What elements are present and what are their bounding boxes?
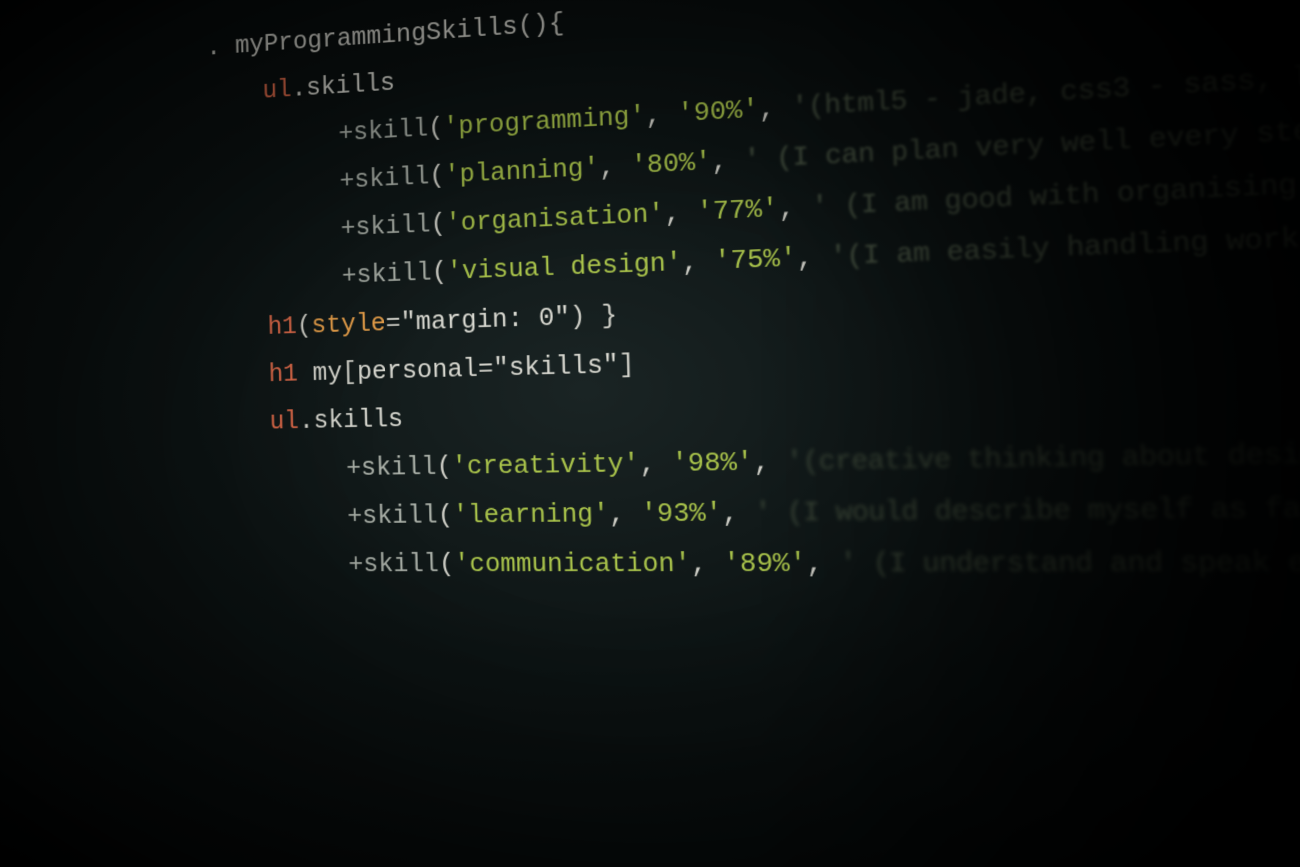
code-sep: , — [711, 145, 745, 178]
code-string: 'planning' — [444, 153, 600, 191]
code-sep: , — [664, 197, 697, 229]
code-tag: ul — [262, 74, 292, 105]
code-operator: = — [478, 353, 494, 384]
code-sep: , — [778, 192, 812, 225]
code-mixin: +skill — [341, 258, 432, 291]
code-token: . — [206, 31, 235, 62]
code-string: '93%' — [641, 497, 723, 529]
code-sep: , — [806, 548, 841, 580]
code-line: +skill('communication', '89%', ' (I unde… — [217, 536, 1300, 591]
code-sep: , — [690, 548, 724, 580]
code-sep: , — [796, 242, 830, 275]
code-attr: personal — [357, 353, 479, 386]
code-function-name: myProgrammingSkills — [235, 11, 518, 60]
code-tag: h1 — [267, 311, 297, 342]
code-operator: = — [385, 307, 401, 337]
code-variable: my — [312, 357, 342, 388]
code-punct: ( — [429, 161, 445, 192]
code-punct: ] — [618, 349, 635, 380]
code-punct: ) } — [569, 300, 617, 332]
code-sep: , — [645, 99, 678, 132]
code-string: '90%' — [677, 94, 759, 130]
code-mixin: +skill — [340, 210, 430, 244]
code-string: '80%' — [631, 147, 712, 182]
code-string: '77%' — [696, 193, 779, 228]
code-string: ' (I would describe myself as fast learn… — [754, 490, 1300, 529]
code-punct: ( — [431, 257, 447, 288]
code-mixin: +skill — [338, 114, 428, 149]
code-editor[interactable]: . myProgrammingSkills(){ ul.skills +skil… — [28, 0, 1300, 590]
code-string: 'communication' — [454, 548, 692, 579]
code-mixin: +skill — [339, 162, 429, 196]
code-mixin: +skill — [348, 549, 439, 579]
code-punct: [ — [342, 357, 358, 387]
code-sep: , — [639, 448, 672, 480]
code-sep: , — [609, 498, 642, 529]
code-sep: , — [758, 92, 792, 125]
code-string: ' (I understand and speak english with — [839, 545, 1300, 580]
code-mixin: +skill — [347, 500, 438, 531]
code-mixin: +skill — [346, 451, 437, 482]
code-attr: style — [311, 308, 386, 340]
code-string: 'visual design' — [446, 248, 682, 288]
code-punct: ( — [297, 310, 312, 340]
code-sep: , — [599, 151, 632, 183]
code-string: 'learning' — [453, 499, 610, 531]
code-string: '89%' — [723, 548, 807, 580]
code-punct: ( — [437, 500, 453, 531]
code-sep: , — [722, 497, 756, 529]
code-tag: ul — [269, 406, 299, 436]
code-punct: (){ — [517, 8, 564, 42]
code-class: .skills — [299, 404, 404, 436]
code-string: '(creative thinking about design and cod… — [786, 434, 1300, 478]
code-token — [298, 358, 313, 388]
code-string: 'creativity' — [451, 448, 640, 481]
code-string: 'organisation' — [445, 199, 665, 239]
code-string: '98%' — [671, 447, 754, 480]
code-punct: ( — [436, 451, 452, 482]
code-tag: h1 — [268, 358, 298, 388]
code-string: '75%' — [714, 243, 797, 278]
code-string: 'programming' — [443, 101, 646, 143]
code-punct: ( — [430, 209, 446, 240]
code-class: .skills — [291, 68, 395, 104]
code-punct: ( — [428, 113, 444, 144]
code-punct: ( — [439, 549, 455, 580]
code-sep: , — [753, 446, 787, 478]
code-string: "margin: 0" — [400, 301, 570, 337]
code-string: "skills" — [493, 349, 619, 383]
code-sep: , — [681, 246, 714, 278]
